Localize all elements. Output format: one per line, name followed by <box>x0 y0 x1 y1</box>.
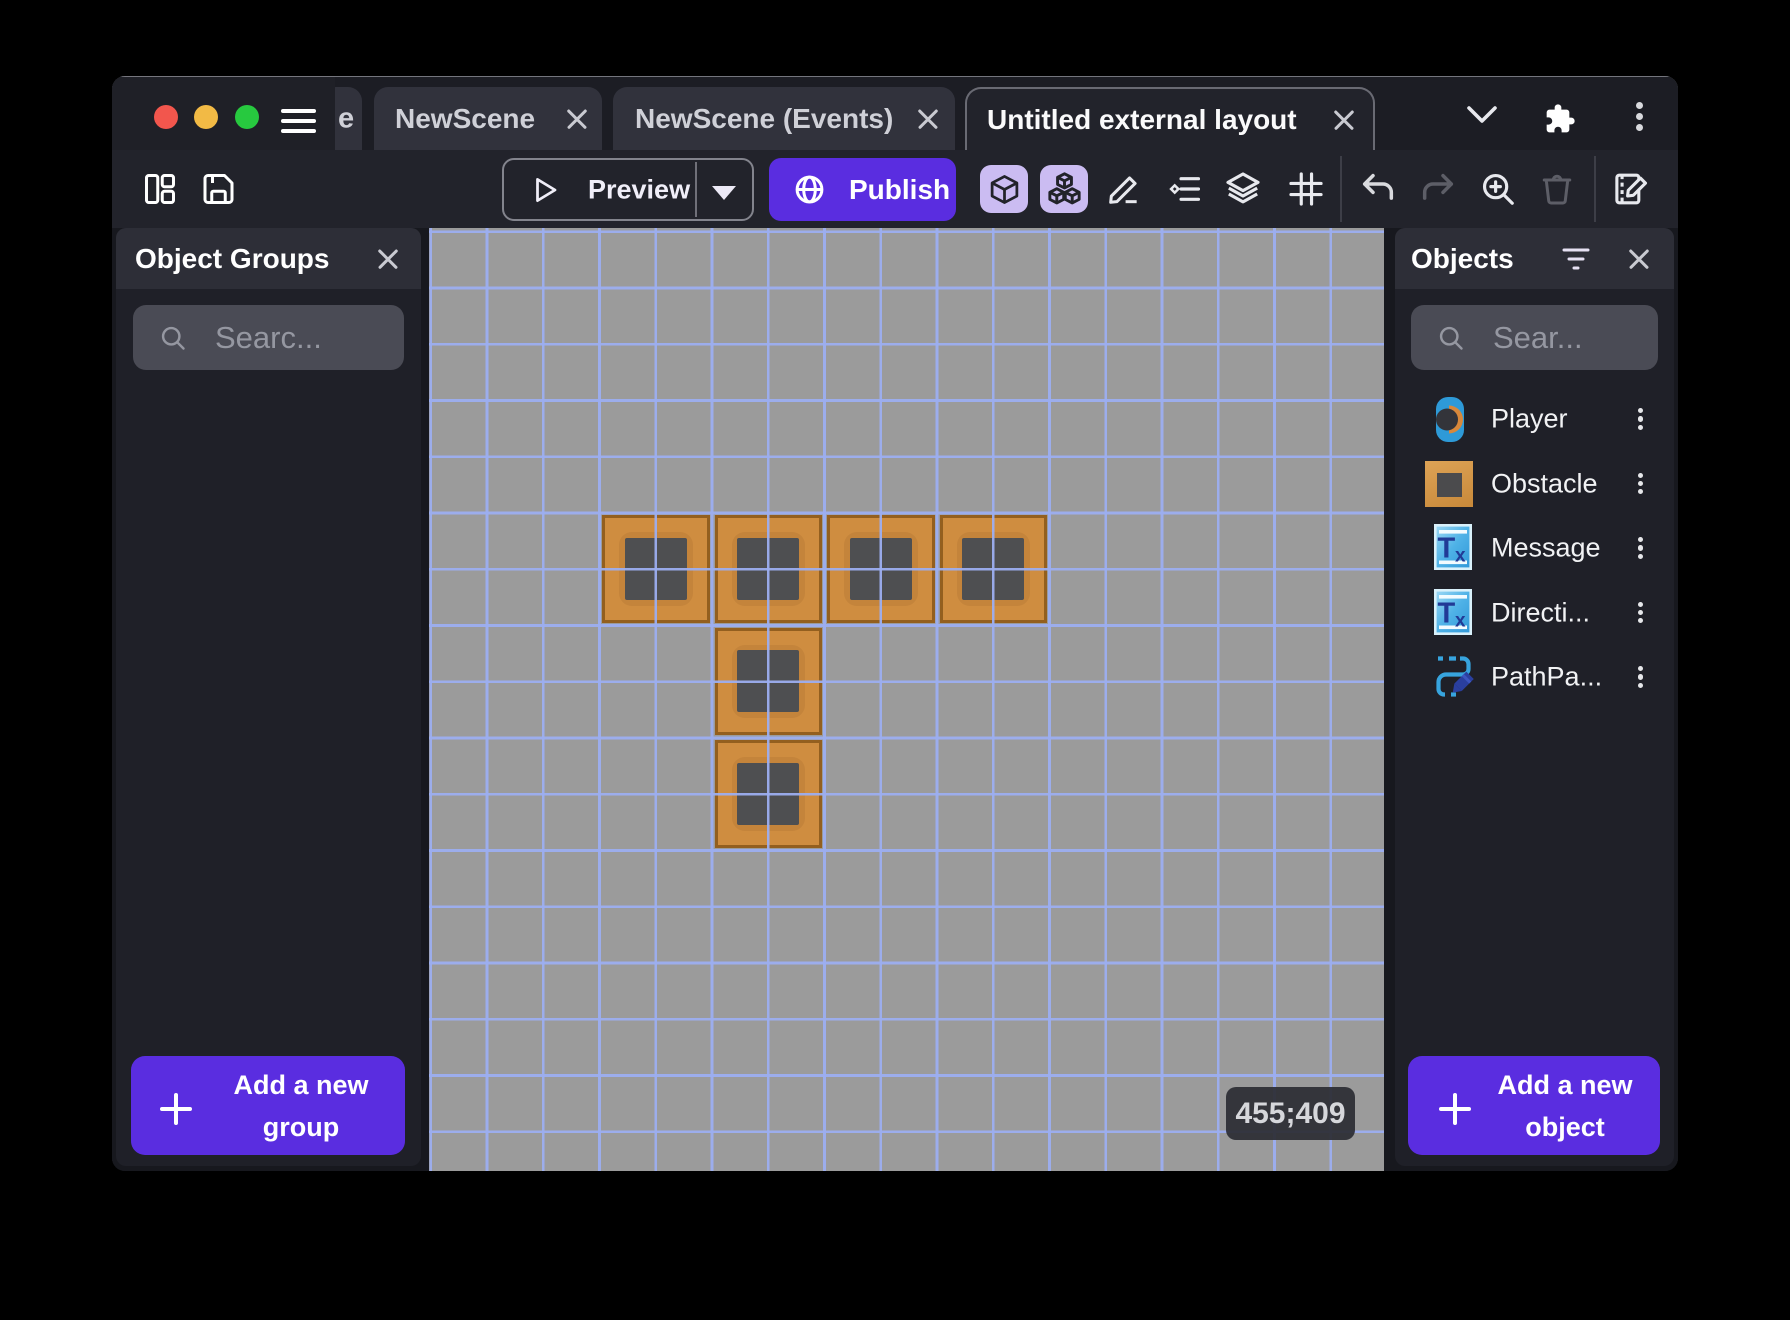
svg-text:T: T <box>1438 597 1456 629</box>
svg-text:x: x <box>1455 546 1466 567</box>
svg-text:x: x <box>1455 610 1466 631</box>
svg-text:T: T <box>1438 533 1456 565</box>
